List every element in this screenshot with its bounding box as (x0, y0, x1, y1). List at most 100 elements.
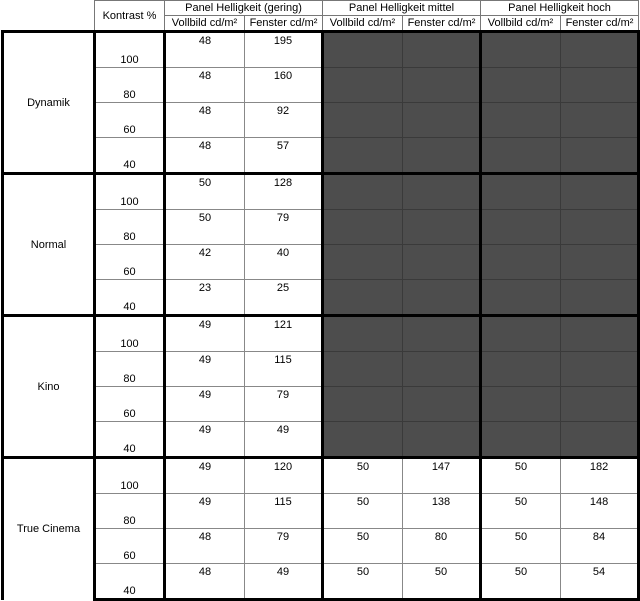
measurement-cell: 49 (164, 386, 245, 422)
measurement-cell-empty (402, 30, 482, 68)
contrast-level-cell: 80 (94, 67, 166, 103)
contrast-level-cell: 40 (94, 137, 166, 175)
table-row: 40 48 57 (3, 137, 640, 175)
measurement-cell-empty (480, 314, 561, 352)
table-row: 60 49 79 (3, 386, 640, 422)
measurement-cell: 48 (164, 563, 245, 601)
contrast-level-cell: 40 (94, 421, 166, 459)
measurement-cell-empty (322, 421, 403, 459)
measurement-cell-empty (560, 314, 640, 352)
measurement-cell: 195 (244, 30, 324, 68)
measurement-cell: 50 (322, 493, 403, 529)
measurement-cell-empty (322, 172, 403, 210)
measurement-cell-empty (480, 209, 561, 245)
measurement-cell: 182 (560, 456, 640, 494)
measurement-cell-empty (560, 279, 640, 317)
contrast-level-cell: 60 (94, 528, 166, 564)
contrast-level-cell: 40 (94, 279, 166, 317)
measurement-cell: 50 (480, 456, 561, 494)
picture-mode-label: True Cinema (1, 456, 96, 600)
measurement-cell-empty (480, 137, 561, 175)
measurement-cell-empty (322, 279, 403, 317)
corner-cell (2, 0, 95, 32)
measurement-cell-empty (322, 102, 403, 138)
column-header-gering-vollbild: Vollbild cd/m² (164, 15, 245, 32)
measurement-cell: 49 (164, 314, 245, 352)
measurement-cell: 50 (480, 528, 561, 564)
measurement-cell-empty (322, 386, 403, 422)
table-body: Dynamik 100 48 195 80 48 160 60 48 92 40 48 57 Normal… (1, 30, 640, 601)
measurement-cell-empty (322, 351, 403, 387)
column-header-gering-fenster: Fenster cd/m² (244, 15, 323, 32)
contrast-level-cell: 100 (94, 172, 166, 210)
measurement-cell-empty (480, 172, 561, 210)
measurement-cell: 48 (164, 528, 245, 564)
measurement-cell: 50 (402, 563, 482, 601)
table-row: 60 48 92 (3, 102, 640, 138)
measurement-cell-empty (480, 244, 561, 280)
measurement-cell: 79 (244, 528, 324, 564)
table-row: 60 42 40 (3, 244, 640, 280)
measurement-cell-empty (560, 421, 640, 459)
table-row: 40 23 25 (3, 279, 640, 317)
picture-mode-label: Dynamik (1, 30, 96, 174)
table-row: 60 48 79 50 80 50 84 (3, 528, 640, 564)
measurement-cell: 48 (164, 67, 245, 103)
measurement-cell: 84 (560, 528, 640, 564)
measurement-cell: 49 (244, 421, 324, 459)
measurement-cell-empty (322, 314, 403, 352)
table-row: 40 49 49 (3, 421, 640, 459)
measurement-cell: 49 (244, 563, 324, 601)
measurement-cell-empty (402, 209, 482, 245)
measurement-cell: 42 (164, 244, 245, 280)
measurement-cell: 160 (244, 67, 324, 103)
measurement-cell-empty (402, 421, 482, 459)
column-header-mittel-fenster: Fenster cd/m² (402, 15, 481, 32)
table-row: 80 50 79 (3, 209, 640, 245)
measurement-cell-empty (402, 244, 482, 280)
measurement-cell-empty (480, 351, 561, 387)
contrast-level-cell: 60 (94, 102, 166, 138)
measurement-cell: 80 (402, 528, 482, 564)
column-header-hoch-fenster: Fenster cd/m² (559, 15, 640, 32)
measurement-cell-empty (402, 386, 482, 422)
contrast-level-cell: 100 (94, 314, 166, 352)
measurement-cell-empty (480, 67, 561, 103)
measurement-cell: 50 (322, 563, 403, 601)
column-header-kontrast: Kontrast % (94, 0, 165, 32)
column-group-header-hoch: Panel Helligkeit hoch (479, 0, 640, 16)
measurement-cell-empty (560, 351, 640, 387)
measurement-cell: 50 (322, 456, 403, 494)
measurement-cell: 49 (164, 493, 245, 529)
measurement-cell: 79 (244, 386, 324, 422)
measurement-cell-empty (402, 102, 482, 138)
measurement-cell: 49 (164, 456, 245, 494)
column-group-header-gering: Panel Helligkeit (gering) (164, 0, 323, 16)
measurement-cell-empty (560, 386, 640, 422)
measurement-cell: 48 (164, 137, 245, 175)
measurement-cell-empty (322, 67, 403, 103)
measurement-cell: 57 (244, 137, 324, 175)
contrast-level-cell: 40 (94, 563, 166, 601)
measurement-cell: 49 (164, 421, 245, 459)
table-row: 40 48 49 50 50 50 54 (3, 563, 640, 601)
contrast-level-cell: 60 (94, 244, 166, 280)
measurement-cell-empty (560, 172, 640, 210)
measurement-cell: 92 (244, 102, 324, 138)
measurement-cell-empty (402, 279, 482, 317)
table-row: True Cinema 100 49 120 50 147 50 182 (1, 456, 640, 600)
table-row: Normal 100 50 128 (1, 172, 640, 316)
table-row: 80 48 160 (3, 67, 640, 103)
measurement-cell: 50 (480, 493, 561, 529)
contrast-level-cell: 80 (94, 209, 166, 245)
measurement-cell: 48 (164, 30, 245, 68)
measurement-cell-empty (480, 102, 561, 138)
measurement-cell: 128 (244, 172, 324, 210)
measurement-cell: 138 (402, 493, 482, 529)
measurement-cell: 120 (244, 456, 324, 494)
measurement-cell: 115 (244, 493, 324, 529)
measurement-cell: 40 (244, 244, 324, 280)
measurement-cell: 49 (164, 351, 245, 387)
table-row: Dynamik 100 48 195 (1, 30, 640, 174)
measurement-cell: 54 (560, 563, 640, 601)
